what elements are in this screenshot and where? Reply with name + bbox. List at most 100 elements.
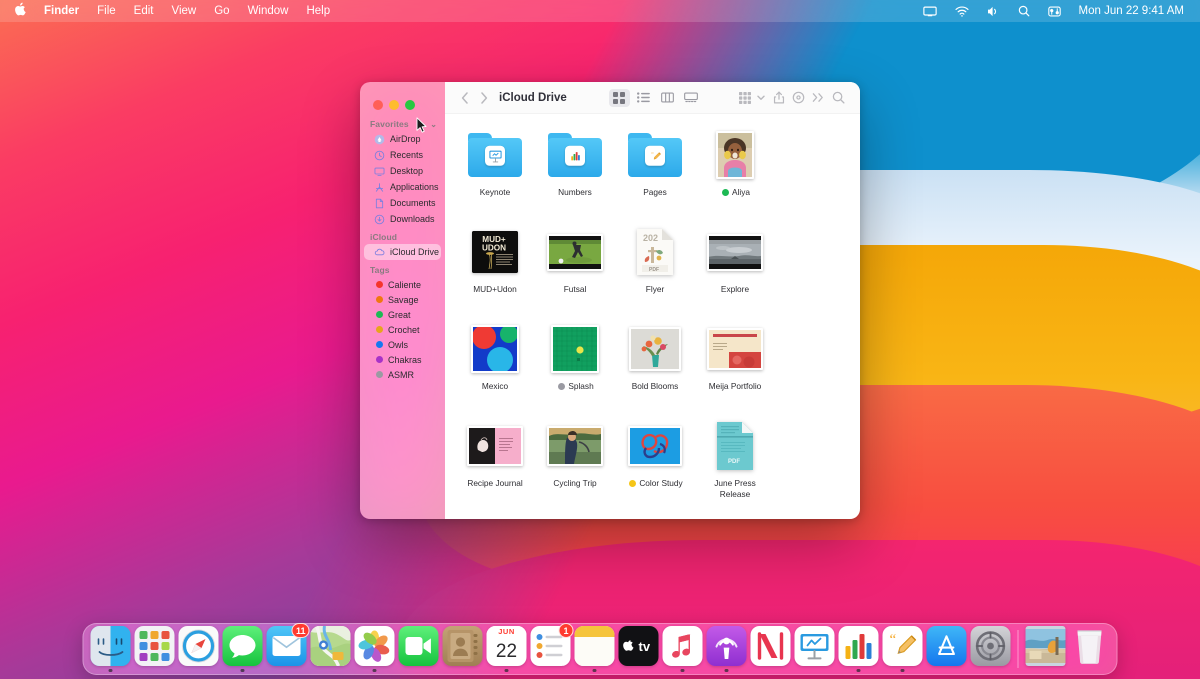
dock-item-facetime[interactable] — [398, 626, 440, 672]
dock-item-news[interactable] — [750, 626, 792, 672]
dock-item-safari[interactable] — [178, 626, 220, 672]
dock-item-music[interactable] — [662, 626, 704, 672]
dock-item-photos[interactable] — [354, 626, 396, 672]
menu-item-help[interactable]: Help — [297, 0, 339, 22]
spotlight-search-icon[interactable] — [1009, 5, 1039, 17]
dock-item-appstore[interactable] — [926, 626, 968, 672]
group-by-icon[interactable] — [735, 88, 754, 107]
menu-item-edit[interactable]: Edit — [125, 0, 163, 22]
sidebar-item-desktop[interactable]: Desktop — [364, 163, 441, 179]
group-by-control[interactable] — [733, 88, 768, 107]
dock-item-contacts[interactable] — [442, 626, 484, 672]
file-item[interactable]: Splash — [535, 320, 615, 417]
dock-item-messages[interactable] — [222, 626, 264, 672]
sidebar-item-tag-caliente[interactable]: Caliente — [364, 277, 441, 292]
file-thumbnail — [455, 320, 535, 378]
file-item[interactable]: Numbers — [535, 126, 615, 223]
chevron-down-icon[interactable]: ⌄ — [430, 120, 437, 129]
menu-item-view[interactable]: View — [163, 0, 206, 22]
file-item[interactable]: “ Pages — [615, 126, 695, 223]
dock-item-system-preferences[interactable] — [970, 626, 1012, 672]
dock-item-numbers[interactable] — [838, 626, 880, 672]
chevron-down-icon[interactable] — [756, 88, 766, 107]
sidebar-item-documents[interactable]: Documents — [364, 195, 441, 211]
screen-mirroring-icon[interactable] — [914, 6, 946, 17]
back-button[interactable] — [455, 88, 474, 107]
file-label: Bold Blooms — [631, 381, 679, 391]
dock-item-launchpad[interactable] — [134, 626, 176, 672]
zoom-button[interactable] — [405, 99, 415, 110]
dock-item-reminders[interactable]: 1 — [530, 623, 574, 672]
dock-item-appletv[interactable]: tv — [618, 626, 660, 672]
dock-item-podcasts[interactable] — [706, 626, 748, 672]
messages-icon — [222, 626, 263, 666]
file-item[interactable]: Aliya — [695, 126, 775, 223]
more-button[interactable] — [809, 88, 828, 107]
file-item[interactable]: Bold Blooms — [615, 320, 695, 417]
sidebar-item-tag-chakras[interactable]: Chakras — [364, 352, 441, 367]
file-item[interactable]: 202 PDF Flyer — [615, 223, 695, 320]
volume-icon[interactable] — [978, 6, 1009, 17]
menu-bar-clock[interactable]: Mon Jun 22 9:41 AM — [1070, 0, 1190, 22]
gallery-view-button[interactable] — [681, 89, 702, 107]
close-button[interactable] — [373, 99, 383, 110]
dock-item-maps[interactable] — [310, 626, 352, 672]
pdf-thumbnail-junepress: PDF — [717, 422, 753, 470]
sidebar-item-applications[interactable]: Applications — [364, 179, 441, 195]
file-label: Mexico — [481, 381, 509, 391]
file-item[interactable]: Keynote — [455, 126, 535, 223]
control-center-icon[interactable] — [1039, 6, 1070, 17]
svg-text:202: 202 — [643, 233, 658, 243]
desktop: Finder File Edit View Go Window Help Mon… — [0, 0, 1200, 679]
apple-logo-icon[interactable] — [10, 0, 35, 22]
share-button[interactable] — [769, 88, 788, 107]
menu-item-go[interactable]: Go — [205, 0, 238, 22]
sidebar-item-tag-asmr[interactable]: ASMR — [364, 367, 441, 382]
file-item[interactable]: Mexico — [455, 320, 535, 417]
svg-text:“: “ — [890, 632, 897, 648]
file-item[interactable]: Color Collection — [455, 514, 535, 519]
appletv-icon: tv — [618, 626, 659, 666]
file-item[interactable]: Color Study — [615, 417, 695, 514]
dock-item-keynote[interactable] — [794, 626, 836, 672]
file-item[interactable]: Recipe Journal — [455, 417, 535, 514]
sidebar-item-tag-owls[interactable]: Owls — [364, 337, 441, 352]
sidebar-item-tag-savage[interactable]: Savage — [364, 292, 441, 307]
dock-item-mail[interactable]: 11 — [266, 623, 310, 672]
column-view-button[interactable] — [657, 89, 678, 107]
dock-item-pages[interactable]: “ — [882, 626, 924, 672]
sidebar-item-tag-crochet[interactable]: Crochet — [364, 322, 441, 337]
photos-icon — [354, 626, 395, 666]
tag-button[interactable] — [789, 88, 808, 107]
minimize-button[interactable] — [389, 99, 399, 110]
file-item[interactable]: MUD+ UDON MUD+Udon — [455, 223, 535, 320]
file-item[interactable]: Meija Portfolio — [695, 320, 775, 417]
dock-item-trash[interactable] — [1069, 626, 1111, 672]
sidebar-item-recents[interactable]: Recents — [364, 147, 441, 163]
sidebar-item-label: Recents — [390, 150, 424, 160]
dock-item-downloads-stack[interactable] — [1025, 626, 1067, 672]
file-item[interactable]: Cycling Trip — [535, 417, 615, 514]
art-thumbnail-colorstudy — [628, 426, 682, 466]
icon-view-button[interactable] — [608, 88, 630, 107]
menu-item-window[interactable]: Window — [239, 0, 298, 22]
sidebar-item-icloud-drive[interactable]: iCloud Drive — [364, 244, 441, 260]
wifi-icon[interactable] — [946, 5, 978, 17]
sidebar-item-airdrop[interactable]: AirDrop — [364, 131, 441, 147]
sidebar-item-downloads[interactable]: Downloads — [364, 211, 441, 227]
file-item[interactable]: Explore — [695, 223, 775, 320]
search-button[interactable] — [829, 88, 848, 107]
file-item[interactable]: Current Styles — [535, 514, 615, 519]
file-item[interactable]: Futsal — [535, 223, 615, 320]
dock-item-calendar[interactable]: JUN 22 — [486, 626, 528, 672]
menu-bar: Finder File Edit View Go Window Help Mon… — [0, 0, 1200, 22]
forward-button[interactable] — [474, 88, 493, 107]
dock-item-finder[interactable] — [90, 626, 132, 672]
sidebar-item-tag-great[interactable]: Great — [364, 307, 441, 322]
menu-item-file[interactable]: File — [88, 0, 125, 22]
menu-item-finder[interactable]: Finder — [35, 0, 88, 22]
dock-item-notes[interactable] — [574, 626, 616, 672]
tag-dot-icon — [376, 356, 383, 363]
list-view-button[interactable] — [633, 89, 654, 107]
file-item[interactable]: PDF June Press Release — [695, 417, 775, 514]
